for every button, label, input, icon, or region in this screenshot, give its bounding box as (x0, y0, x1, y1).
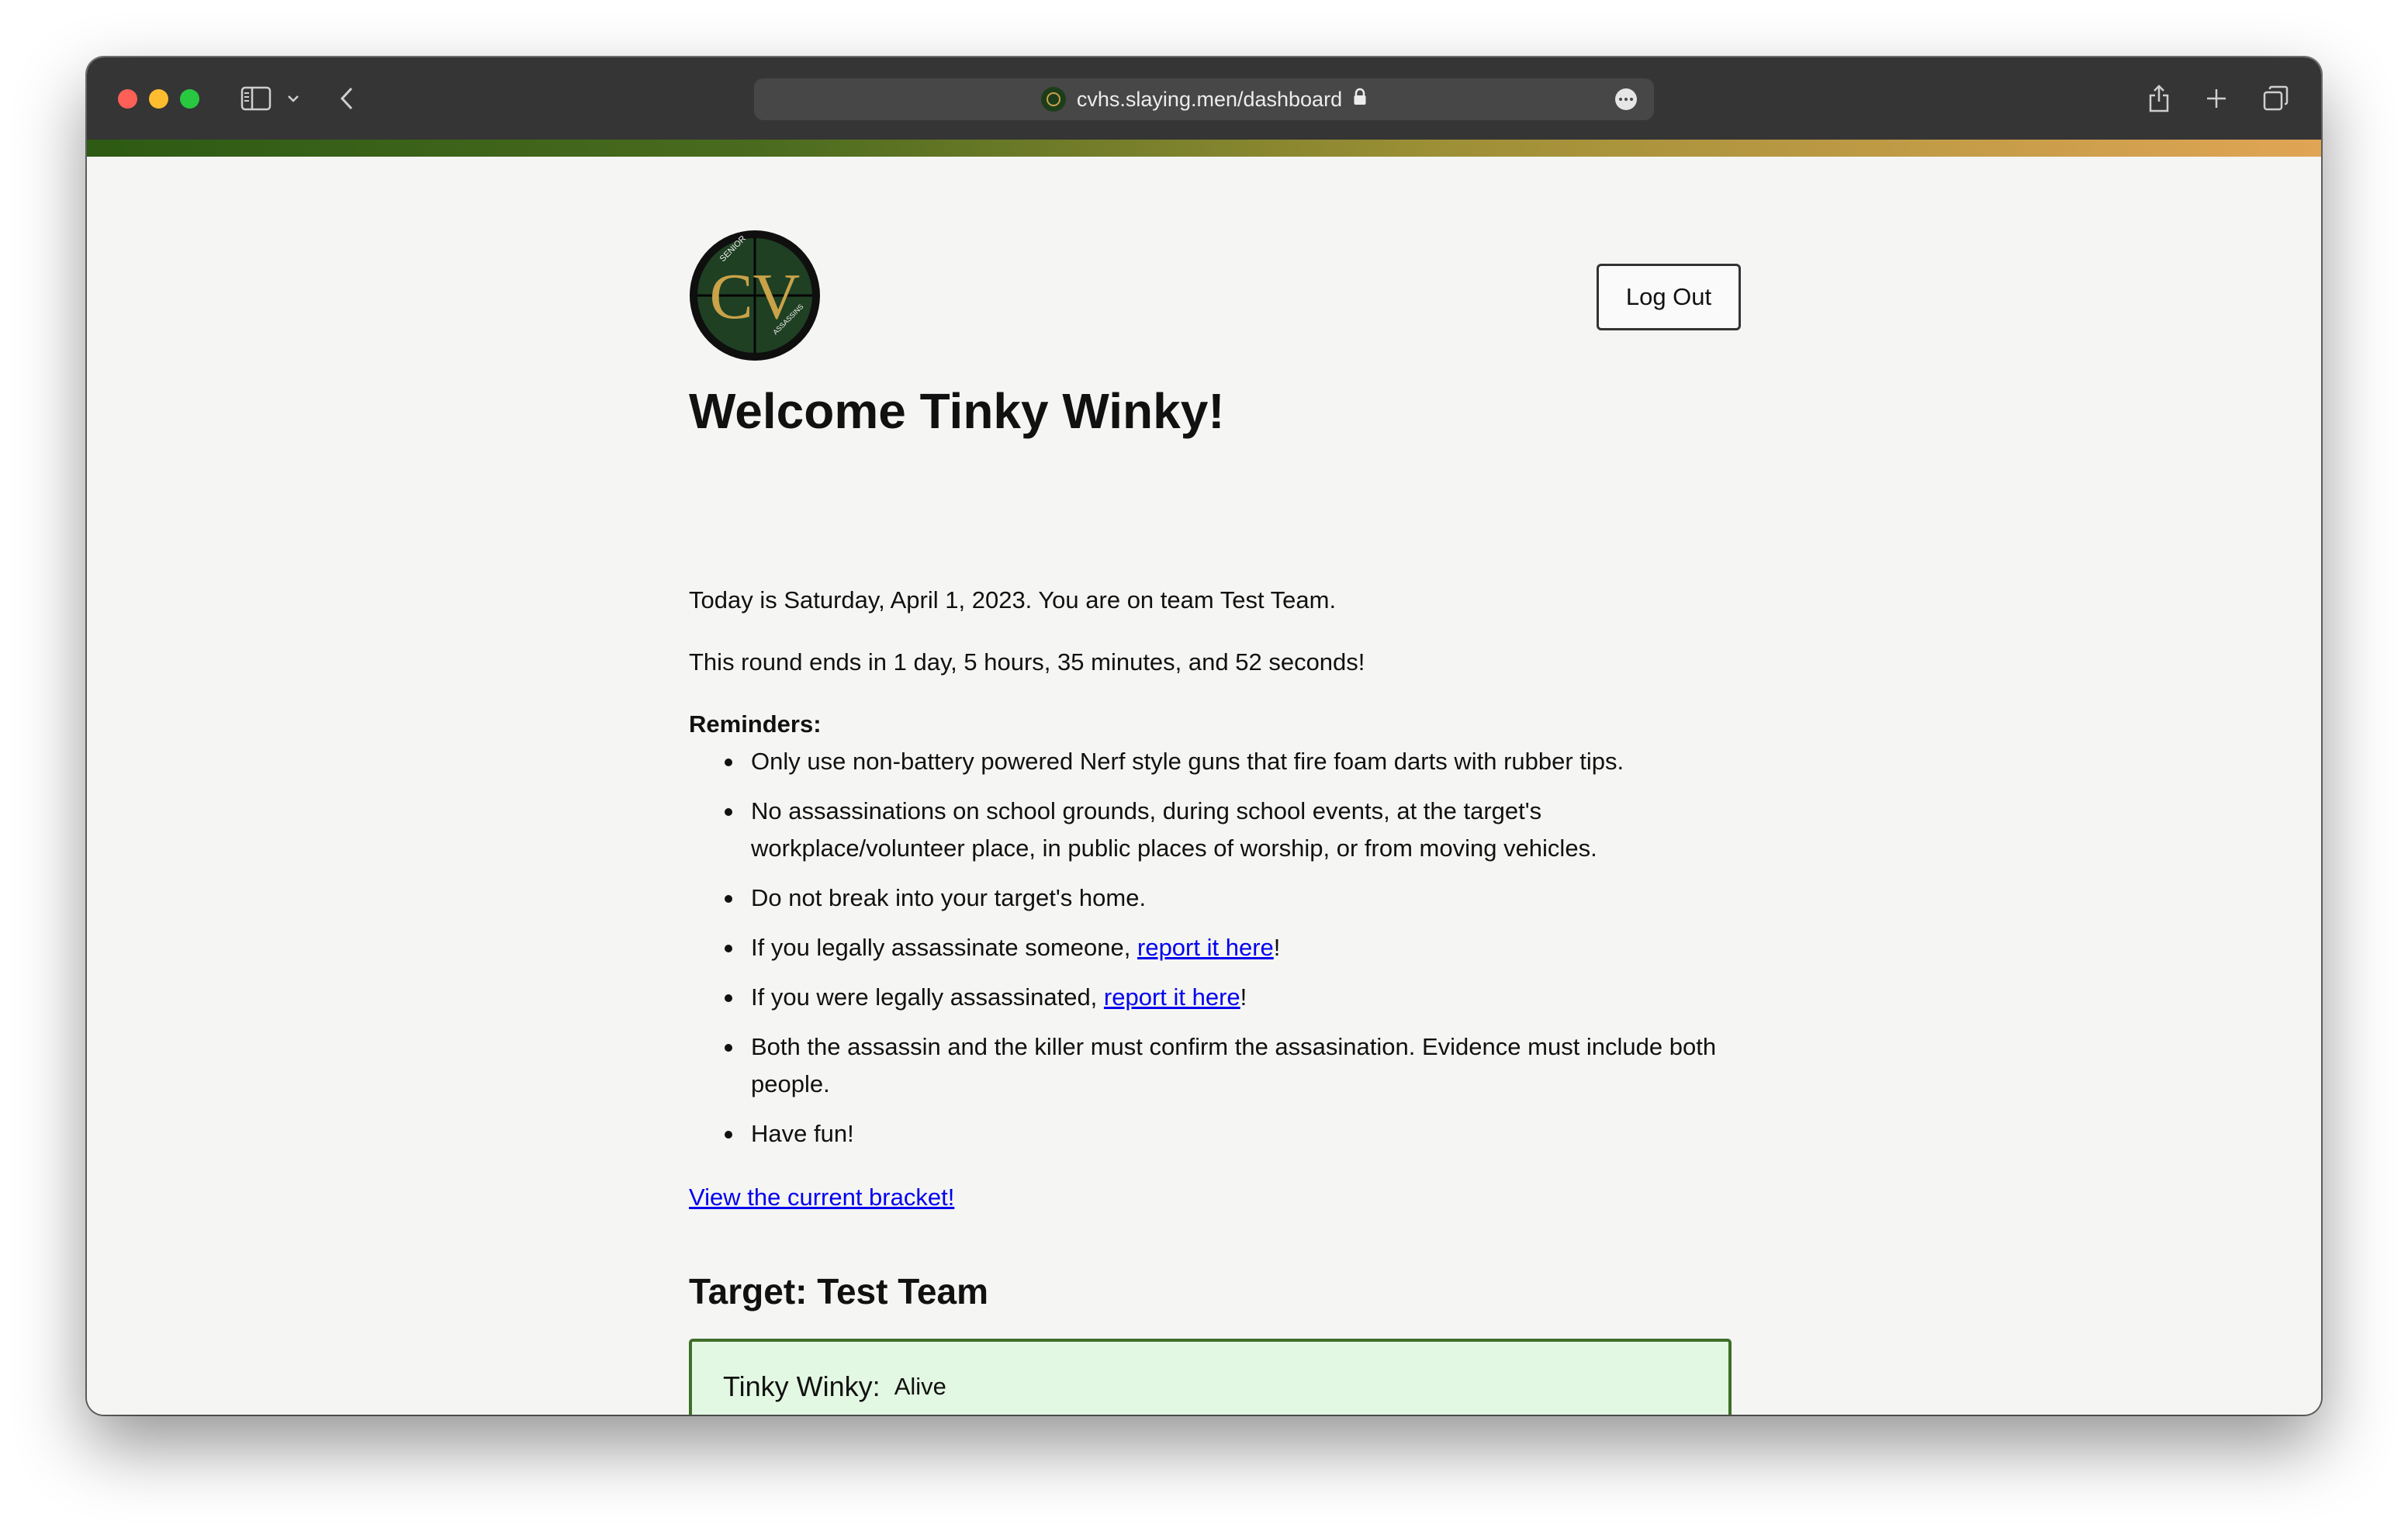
chevron-down-icon[interactable] (284, 79, 303, 118)
share-icon[interactable] (2146, 79, 2172, 118)
browser-titlebar: cvhs.slaying.men/dashboard (87, 57, 2321, 140)
member-status: Alive (894, 1373, 946, 1400)
round-countdown-text: This round ends in 1 day, 5 hours, 35 mi… (689, 648, 1365, 676)
reminder-item: No assassinations on school grounds, dur… (725, 793, 1732, 867)
address-bar[interactable]: cvhs.slaying.men/dashboard (754, 78, 1654, 120)
report-death-suffix: ! (1240, 983, 1247, 1011)
report-death-text: If you were legally assassinated, (751, 983, 1104, 1011)
welcome-heading: Welcome Tinky Winky! (689, 383, 1225, 439)
view-bracket-link[interactable]: View the current bracket! (689, 1184, 954, 1211)
tab-overview-icon[interactable] (2261, 79, 2292, 118)
report-kill-link[interactable]: report it here (1137, 934, 1274, 961)
reminders-title: Reminders: (689, 710, 822, 738)
report-death-link[interactable]: report it here (1104, 983, 1240, 1011)
report-kill-suffix: ! (1273, 934, 1281, 961)
close-window-button[interactable] (118, 89, 137, 109)
site-accent-bar (87, 140, 2321, 157)
url-text: cvhs.slaying.men/dashboard (1076, 87, 1343, 111)
target-heading: Target: Test Team (689, 1271, 988, 1312)
reminder-item: Do not break into your target's home. (725, 880, 1732, 917)
cv-logo: CV SENIOR ASSASSINS (690, 230, 820, 361)
reminder-item: Have fun! (725, 1115, 1732, 1153)
page-viewport: CV SENIOR ASSASSINS Log Out Welcome Tink… (87, 157, 2321, 1415)
target-member-card: Tinky Winky: Alive (689, 1339, 1732, 1415)
reminder-item-report-kill: If you legally assassinate someone, repo… (725, 929, 1732, 966)
new-tab-icon[interactable] (2203, 79, 2230, 118)
site-favicon-icon (1040, 87, 1066, 112)
sidebar-toggle-icon[interactable] (239, 79, 273, 118)
reminder-item: Both the assassin and the killer must co… (725, 1028, 1732, 1103)
lock-icon (1353, 88, 1367, 112)
bracket-link-line: View the current bracket! (689, 1182, 954, 1213)
back-arrow-icon[interactable] (335, 79, 358, 118)
reminders-list: Only use non-battery powered Nerf style … (689, 743, 1732, 1165)
reminder-item: Only use non-battery powered Nerf style … (725, 743, 1732, 780)
member-name: Tinky Winky: (723, 1370, 881, 1402)
reminder-item-report-death: If you were legally assassinated, report… (725, 979, 1732, 1016)
zoom-window-button[interactable] (180, 89, 199, 109)
page-menu-icon[interactable] (1615, 88, 1637, 110)
log-out-button[interactable]: Log Out (1597, 264, 1741, 330)
minimize-window-button[interactable] (149, 89, 168, 109)
date-team-text: Today is Saturday, April 1, 2023. You ar… (689, 586, 1337, 613)
report-kill-text: If you legally assassinate someone, (751, 934, 1137, 961)
browser-window: cvhs.slaying.men/dashboard CV SENIOR ASS… (87, 57, 2321, 1415)
